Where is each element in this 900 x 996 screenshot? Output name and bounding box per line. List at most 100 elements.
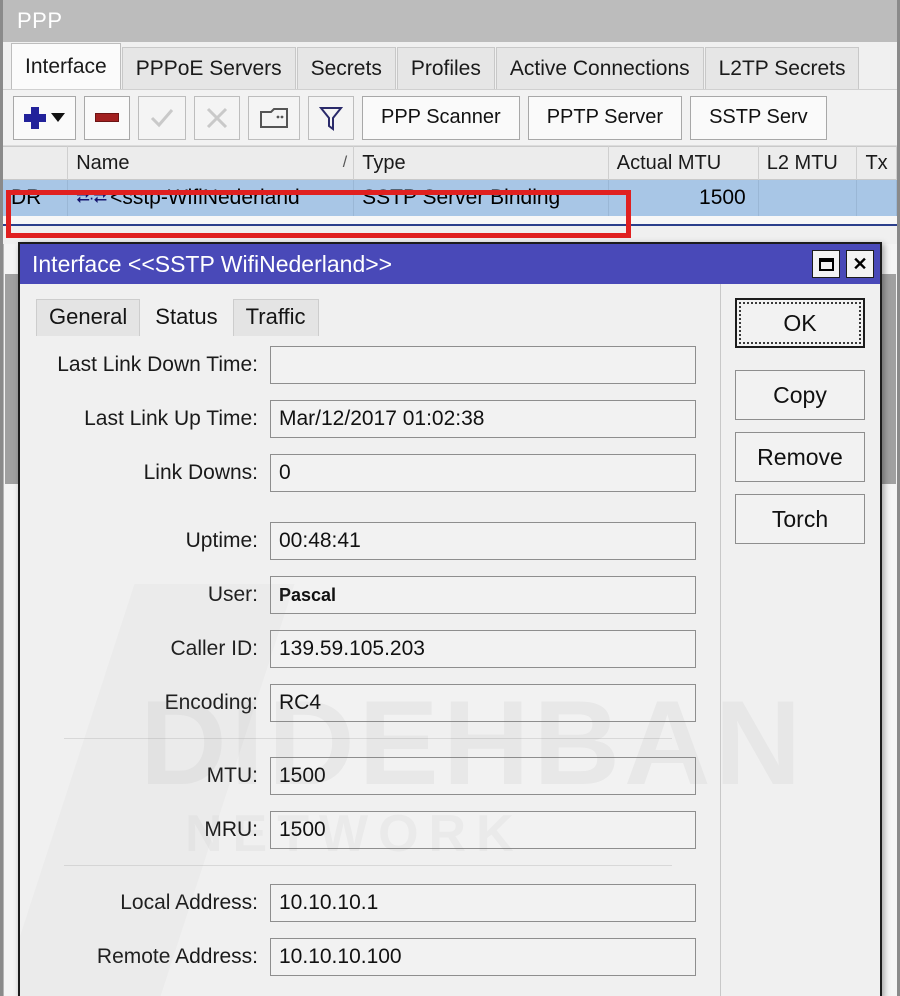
form-row: Remote Address: 10.10.10.100 <box>30 934 696 980</box>
column-header[interactable]: Tx <box>857 146 898 180</box>
check-icon <box>150 108 174 127</box>
comment-icon <box>260 107 288 128</box>
field-input[interactable]: Pascal <box>270 576 696 614</box>
dialog-button-panel: OK Copy Remove Torch <box>720 284 880 996</box>
form-row: User: Pascal <box>30 572 696 618</box>
form-row: Link Downs: 0 <box>30 450 696 496</box>
table-header: Name / Type Actual MTU L2 MTU Tx <box>3 146 898 180</box>
form-row: MRU: 1500 <box>30 807 696 853</box>
field-input[interactable]: 10.10.10.100 <box>270 938 696 976</box>
cell-actual-mtu: 1500 <box>609 180 759 216</box>
field-label: Last Link Up Time: <box>84 407 258 430</box>
column-header[interactable] <box>3 146 69 180</box>
field-input[interactable]: 1500 <box>270 757 696 795</box>
form-row: Uptime: 00:48:41 <box>30 518 696 564</box>
form-row: MTU: 1500 <box>30 753 696 799</box>
maximize-icon <box>818 257 834 271</box>
field-input[interactable]: RC4 <box>270 684 696 722</box>
field-input[interactable]: 139.59.105.203 <box>270 630 696 668</box>
ppp-scanner-button[interactable]: PPP Scanner <box>362 95 520 140</box>
form-row: Last Link Up Time: Mar/12/2017 01:02:38 <box>30 396 696 442</box>
minus-icon <box>95 113 119 122</box>
close-icon: ✕ <box>852 254 868 274</box>
ok-button[interactable]: OK <box>735 298 865 348</box>
cell-type: SSTP Server Binding <box>354 180 609 216</box>
comment-button[interactable] <box>248 95 300 140</box>
divider <box>64 738 672 739</box>
field-group-mtu: MTU: 1500 MRU: 1500 <box>30 753 696 853</box>
plus-icon <box>24 106 46 129</box>
field-input[interactable] <box>270 346 696 384</box>
cell-tx <box>857 180 897 216</box>
field-input[interactable]: 0 <box>270 454 696 492</box>
dialog-tabstrip: General Status Traffic <box>20 284 720 336</box>
column-header-label: L2 MTU <box>766 151 838 174</box>
cell-text: DR <box>11 186 42 209</box>
filter-icon <box>319 106 343 131</box>
dialog-content: General Status Traffic Last Link Down Time… <box>20 284 720 996</box>
column-header[interactable]: L2 MTU <box>759 146 858 180</box>
tab-active-connections[interactable]: Active Connections <box>495 47 704 89</box>
column-header[interactable]: Name / <box>68 146 355 180</box>
link-arrows-icon: ⮂·⮂ <box>76 188 107 207</box>
main-tabstrip: Interface PPPoE Servers Secrets Profiles Act… <box>3 42 897 90</box>
field-label: MTU: <box>206 764 258 787</box>
tab-pppoe-servers[interactable]: PPPoE Servers <box>121 47 296 89</box>
field-input[interactable]: Mar/12/2017 01:02:38 <box>270 400 696 438</box>
close-button[interactable]: ✕ <box>846 250 874 278</box>
form-row: Caller ID: 139.59.105.203 <box>30 626 696 672</box>
disable-button[interactable] <box>194 95 240 140</box>
cell-text: 1500 <box>699 186 746 209</box>
enable-button[interactable] <box>138 95 186 140</box>
cross-icon <box>206 107 228 128</box>
table-row[interactable]: DR ⮂·⮂ <sstp-WifiNederland SSTP Server Bind… <box>3 180 897 216</box>
column-header-label: Type <box>362 151 406 174</box>
field-group-addresses: Local Address: 10.10.10.1 Remote Address: 1… <box>30 880 696 980</box>
cell-text: SSTP Server Binding <box>362 186 561 209</box>
divider <box>64 865 672 866</box>
field-input[interactable]: 10.10.10.1 <box>270 884 696 922</box>
add-button[interactable] <box>13 95 76 140</box>
field-label: Local Address: <box>120 891 258 914</box>
dialog-tab-status[interactable]: Status <box>142 299 231 336</box>
dialog-tab-general[interactable]: General <box>36 299 141 336</box>
field-label: Encoding: <box>164 691 258 714</box>
screenshot-root: PPP Interface PPPoE Servers Secrets Profile… <box>0 0 900 996</box>
field-label: Caller ID: <box>170 637 258 660</box>
field-label: User: <box>207 583 258 606</box>
column-header-label: Name <box>76 151 130 174</box>
chevron-down-icon[interactable] <box>51 113 65 122</box>
tab-interface[interactable]: Interface <box>11 43 121 89</box>
cell-name: ⮂·⮂ <sstp-WifiNederland <box>68 180 355 216</box>
table-row-separator <box>3 216 897 226</box>
sort-indicator-icon: / <box>342 154 348 171</box>
window-title: PPP <box>17 8 63 33</box>
tab-profiles[interactable]: Profiles <box>396 47 495 89</box>
remove-button[interactable] <box>84 95 130 140</box>
interface-dialog: Interface <<SSTP WifiNederland>> ✕ DIDEH… <box>18 242 882 996</box>
dialog-titlebar[interactable]: Interface <<SSTP WifiNederland>> ✕ <box>20 244 880 284</box>
sstp-server-button[interactable]: SSTP Serv <box>690 95 827 140</box>
maximize-button[interactable] <box>812 250 840 278</box>
field-group-link: Last Link Down Time: Last Link Up Time: Ma… <box>30 342 696 496</box>
form-row: Last Link Down Time: <box>30 342 696 388</box>
field-input[interactable]: 00:48:41 <box>270 522 696 560</box>
dialog-body: DIDEHBAN NETWORK GeneralStatusTraffic La… <box>20 284 880 996</box>
column-header-label: Actual MTU <box>616 151 722 174</box>
dialog-tab-traffic[interactable]: Traffic <box>232 299 319 336</box>
torch-button[interactable]: Torch <box>735 494 865 544</box>
remove-button[interactable]: Remove <box>735 432 865 482</box>
column-header-label: Tx <box>865 151 888 174</box>
status-form: Last Link Down Time: Last Link Up Time: Ma… <box>20 336 720 980</box>
pptp-server-button[interactable]: PPTP Server <box>527 95 683 140</box>
field-label: MRU: <box>204 818 258 841</box>
tab-l2tp-secrets[interactable]: L2TP Secrets <box>704 47 860 89</box>
filter-button[interactable] <box>308 95 354 140</box>
column-header[interactable]: Actual MTU <box>609 146 759 180</box>
column-header[interactable]: Type <box>354 146 609 180</box>
tab-secrets[interactable]: Secrets <box>296 47 396 89</box>
field-input[interactable]: 1500 <box>270 811 696 849</box>
dialog-title: Interface <<SSTP WifiNederland>> <box>32 250 393 277</box>
copy-button[interactable]: Copy <box>735 370 865 420</box>
